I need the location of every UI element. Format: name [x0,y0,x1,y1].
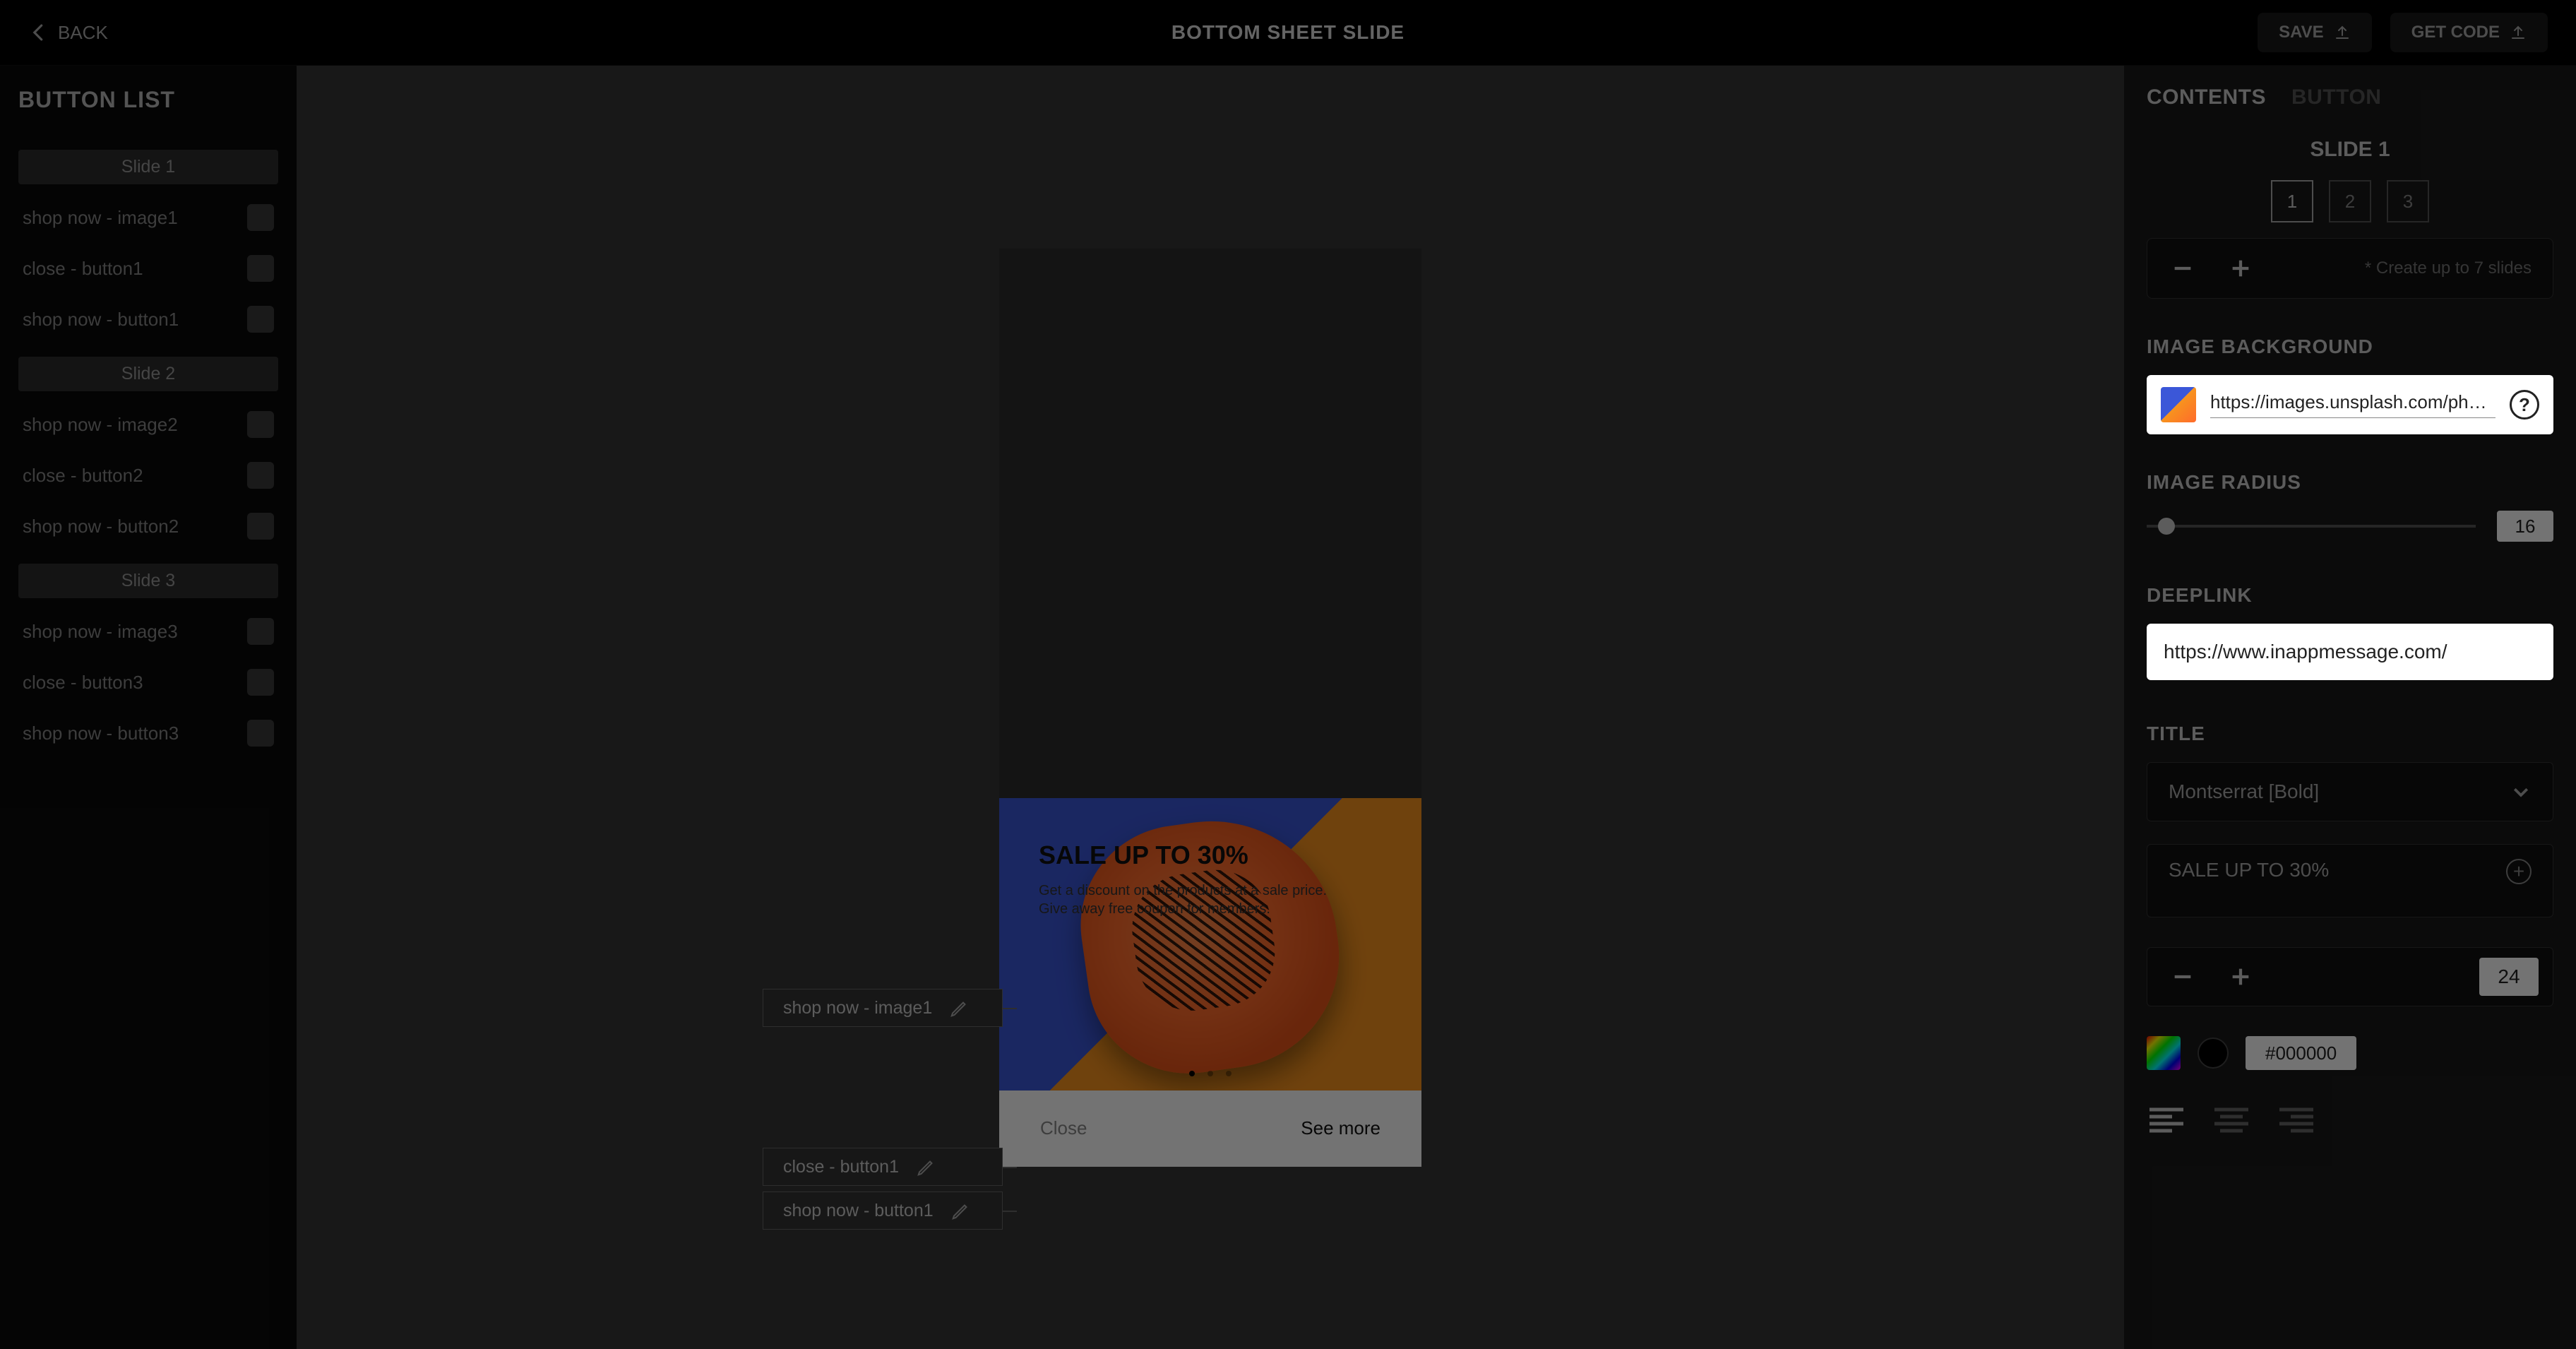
button-list-item[interactable]: close - button1 [18,255,278,282]
font-selector[interactable]: Montserrat [Bold] [2147,762,2553,821]
decrease-size-button[interactable] [2169,963,2197,991]
remove-slide-button[interactable] [2169,254,2197,283]
preview-title: SALE UP TO 30% [1039,840,1327,870]
button-list-item[interactable]: shop now - image2 [18,411,278,438]
slide-limit-note: * Create up to 7 slides [2365,258,2532,278]
button-list-item[interactable]: close - button3 [18,669,278,696]
item-checkbox[interactable] [247,255,274,282]
pencil-icon [950,1200,972,1221]
slide-num-1[interactable]: 1 [2271,180,2313,222]
plus-icon [2229,965,2253,989]
button-list-panel: BUTTON LIST Slide 1 shop now - image1 clos… [0,66,297,1349]
back-label: BACK [58,22,108,44]
align-center-button[interactable] [2212,1104,2251,1135]
app-header: BACK BOTTOM SHEET SLIDE SAVE GET CODE [0,0,2576,66]
preview-see-more-button[interactable]: See more [1301,1117,1381,1139]
plus-icon [2229,256,2253,280]
slide-num-2[interactable]: 2 [2329,180,2371,222]
item-checkbox[interactable] [247,720,274,747]
add-slide-button[interactable] [2226,254,2255,283]
image-background-row: https://images.unsplash.com/photo-... ? [2147,375,2553,434]
add-title-line-button[interactable]: + [2506,859,2532,884]
tab-contents[interactable]: CONTENTS [2147,85,2266,109]
upload-icon [2334,24,2351,41]
slide-dots [1189,1071,1232,1076]
slide-num-3[interactable]: 3 [2387,180,2429,222]
floating-label-shopnow1[interactable]: shop now - button1 [763,1191,1003,1230]
align-left-button[interactable] [2147,1104,2186,1135]
back-button[interactable]: BACK [28,22,108,44]
increase-size-button[interactable] [2226,963,2255,991]
image-thumbnail[interactable] [2161,387,2196,422]
button-list-item[interactable]: shop now - image3 [18,618,278,645]
preview-subtitle1: Get a discount on the products at a sale… [1039,881,1327,900]
bottom-sheet-image[interactable]: SALE UP TO 30% Get a discount on the pro… [999,798,1421,1091]
tab-button[interactable]: BUTTON [2291,85,2381,109]
help-icon[interactable]: ? [2510,390,2539,420]
minus-icon [2171,256,2195,280]
section-image-radius: IMAGE RADIUS [2147,471,2553,494]
button-list-item[interactable]: shop now - button1 [18,306,278,333]
get-code-button[interactable]: GET CODE [2390,13,2548,52]
section-deeplink: DEEPLINK [2147,584,2553,607]
item-checkbox[interactable] [247,204,274,231]
button-list-item[interactable]: shop now - image1 [18,204,278,231]
upload-icon [2510,24,2527,41]
item-checkbox[interactable] [247,618,274,645]
arrow-left-icon [28,22,49,43]
section-title: TITLE [2147,723,2553,745]
radius-slider[interactable] [2147,525,2476,528]
item-checkbox[interactable] [247,669,274,696]
align-right-button[interactable] [2277,1104,2316,1135]
preview-close-button[interactable]: Close [1040,1117,1087,1139]
section-image-background: IMAGE BACKGROUND [2147,335,2553,358]
radius-value[interactable]: 16 [2497,511,2553,542]
title-textarea[interactable]: SALE UP TO 30% + [2147,844,2553,917]
deeplink-input[interactable] [2147,624,2553,680]
chevron-down-icon [2510,781,2532,802]
button-list-item[interactable]: shop now - button2 [18,513,278,540]
floating-label-image1[interactable]: shop now - image1 [763,989,1003,1027]
button-list-item[interactable]: close - button2 [18,462,278,489]
color-hex-input[interactable]: #000000 [2246,1036,2356,1070]
slide-group-header[interactable]: Slide 2 [18,357,278,391]
floating-label-close1[interactable]: close - button1 [763,1148,1003,1186]
pencil-icon [916,1156,937,1177]
preview-subtitle2: Give away free coupon for members. [1039,900,1327,918]
header-actions: SAVE GET CODE [2258,13,2548,52]
slide-group-header[interactable]: Slide 1 [18,150,278,184]
slide-heading: SLIDE 1 [2147,138,2553,162]
save-button[interactable]: SAVE [2258,13,2372,52]
bottom-sheet-bar: Close See more [999,1091,1421,1167]
phone-preview: SALE UP TO 30% Get a discount on the pro… [999,249,1421,1167]
canvas-area: SALE UP TO 30% Get a discount on the pro… [297,66,2124,1349]
minus-icon [2171,965,2195,989]
item-checkbox[interactable] [247,411,274,438]
button-list-item[interactable]: shop now - button3 [18,720,278,747]
image-url-input[interactable]: https://images.unsplash.com/photo-... [2210,391,2496,418]
slide-group-header[interactable]: Slide 3 [18,564,278,598]
font-size-value[interactable]: 24 [2479,958,2539,996]
page-title: BOTTOM SHEET SLIDE [1171,21,1405,44]
item-checkbox[interactable] [247,513,274,540]
item-checkbox[interactable] [247,462,274,489]
item-checkbox[interactable] [247,306,274,333]
color-picker-button[interactable] [2147,1036,2181,1070]
properties-panel: CONTENTS BUTTON SLIDE 1 1 2 3 * Create u… [2124,66,2576,1349]
pencil-icon [949,997,970,1018]
color-swatch-black[interactable] [2198,1038,2229,1069]
button-list-title: BUTTON LIST [18,87,278,113]
